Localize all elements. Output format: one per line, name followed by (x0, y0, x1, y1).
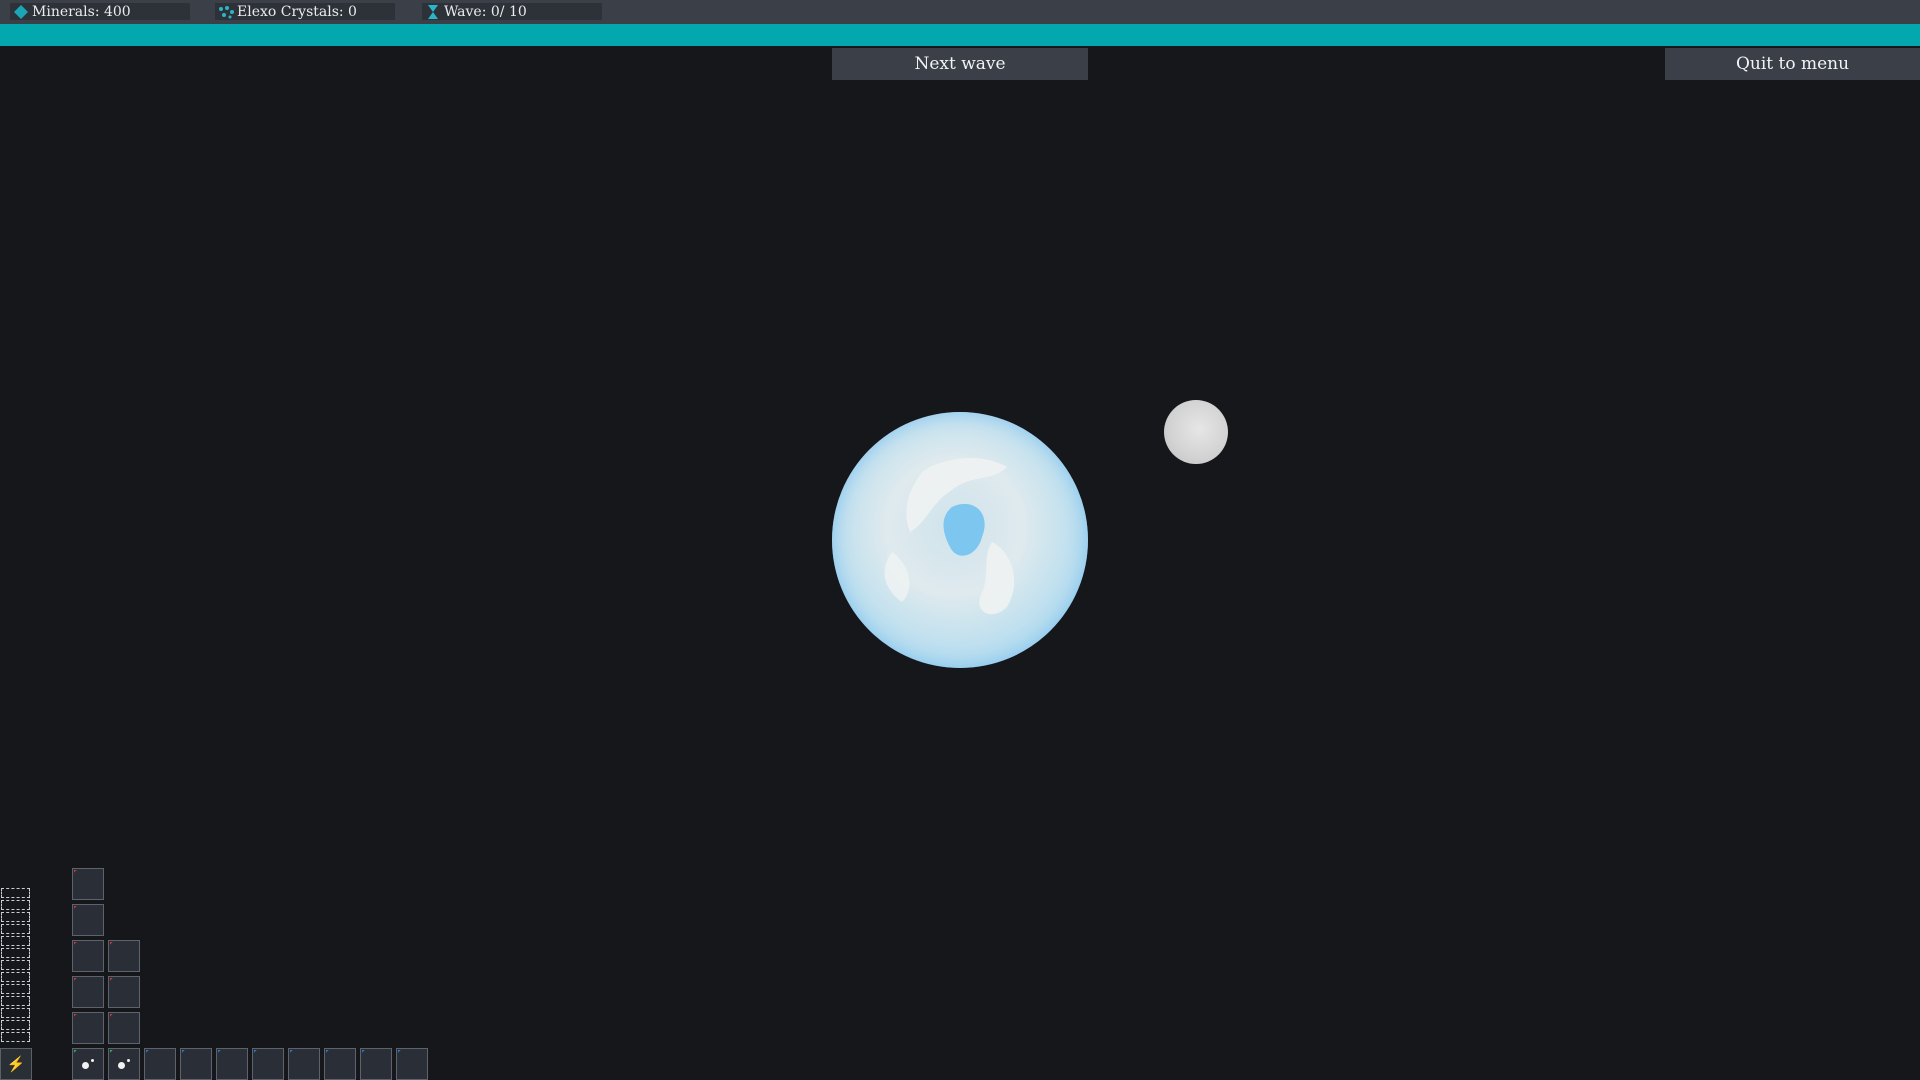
satellite-slot[interactable] (108, 1048, 140, 1080)
tower-slot-red[interactable] (108, 940, 140, 972)
minerals-label: Minerals: 400 (32, 3, 131, 20)
resource-bar: Minerals: 400 Elexo Crystals: 0 Wave: 0/… (0, 0, 1920, 24)
moon[interactable] (1164, 400, 1228, 464)
minerals-counter: Minerals: 400 (10, 3, 190, 20)
wave-label: Wave: 0/ 10 (444, 3, 527, 20)
tower-slot-blue[interactable] (288, 1048, 320, 1080)
stripe-slot[interactable] (1, 948, 30, 958)
tower-slot-red[interactable] (72, 1012, 104, 1044)
earth-continents (884, 457, 1015, 615)
tower-slot-red[interactable] (72, 976, 104, 1008)
stripe-slot[interactable] (1, 972, 30, 982)
hourglass-icon (422, 4, 444, 19)
crystals-counter: Elexo Crystals: 0 (215, 3, 395, 20)
tower-slot-red[interactable] (72, 904, 104, 936)
tower-slot-blue[interactable] (252, 1048, 284, 1080)
tower-slot-blue[interactable] (216, 1048, 248, 1080)
satellite-icon (82, 1062, 89, 1069)
stripe-slot[interactable] (1, 912, 30, 922)
satellite-icon (118, 1062, 125, 1069)
tower-slot-blue[interactable] (144, 1048, 176, 1080)
stripe-slot[interactable] (1, 996, 30, 1006)
tower-slot-red[interactable] (108, 976, 140, 1008)
stripe-slot[interactable] (1, 1032, 30, 1042)
accent-bar (0, 24, 1920, 46)
tower-slot-blue[interactable] (360, 1048, 392, 1080)
tower-slot-blue[interactable] (396, 1048, 428, 1080)
quit-to-menu-button[interactable]: Quit to menu (1665, 48, 1920, 80)
stripe-slot[interactable] (1, 984, 30, 994)
stripe-slot[interactable] (1, 936, 30, 946)
tower-slot-blue[interactable] (324, 1048, 356, 1080)
tower-slot-blue[interactable] (180, 1048, 212, 1080)
next-wave-button[interactable]: Next wave (832, 48, 1088, 80)
tower-slot-red[interactable] (72, 940, 104, 972)
crystals-label: Elexo Crystals: 0 (237, 3, 357, 20)
game-screen: Minerals: 400 Elexo Crystals: 0 Wave: 0/… (0, 0, 1920, 1080)
lightning-icon: ⚡ (6, 1055, 26, 1073)
stripe-slot[interactable] (1, 924, 30, 934)
tower-slot-red[interactable] (72, 868, 104, 900)
ability-button[interactable]: ⚡ (0, 1048, 32, 1080)
earth-planet[interactable] (832, 412, 1088, 668)
stripe-slot[interactable] (1, 900, 30, 910)
crystal-cluster-icon (215, 5, 237, 19)
wave-counter: Wave: 0/ 10 (422, 3, 602, 20)
diamond-icon (10, 4, 32, 19)
stripe-slot[interactable] (1, 1008, 30, 1018)
satellite-slot[interactable] (72, 1048, 104, 1080)
stripe-slot[interactable] (1, 960, 30, 970)
tower-slot-red[interactable] (108, 1012, 140, 1044)
stripe-slot[interactable] (1, 888, 30, 898)
stripe-slot[interactable] (1, 1020, 30, 1030)
